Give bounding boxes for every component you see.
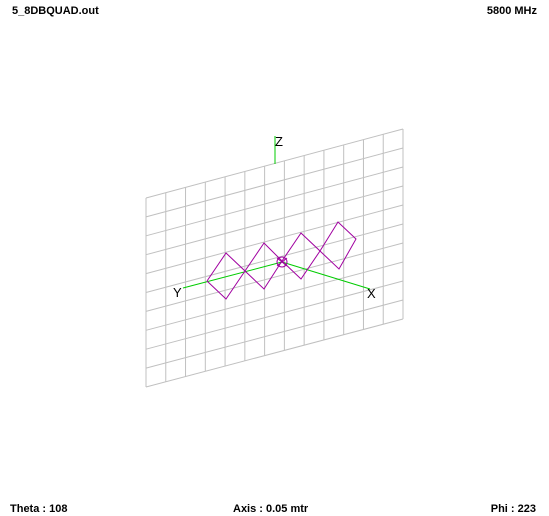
y-axis-label: Y (173, 285, 182, 300)
ground-grid (145, 128, 404, 388)
theta-readout: Theta : 108 (10, 503, 68, 515)
coordinate-axes: Z Y X (173, 134, 376, 301)
antenna-view-window[interactable]: 5_8DBQUAD.out 5800 MHz Z Y X Theta : 108… (0, 0, 549, 516)
quad-element-2 (244, 242, 283, 290)
phi-readout: Phi : 223 (490, 503, 536, 515)
axis-scale-readout: Axis : 0.05 mtr (233, 503, 309, 515)
x-axis-label: X (367, 286, 376, 301)
quad-antenna-wire (206, 221, 357, 300)
grid-line-horizontal (145, 204, 404, 275)
grid-line-horizontal (145, 299, 404, 369)
grid-line-horizontal (145, 185, 404, 256)
grid-line-horizontal (145, 280, 404, 350)
z-axis-label: Z (275, 134, 283, 149)
grid-line-horizontal (145, 318, 404, 388)
grid-line-horizontal (145, 223, 404, 293)
quad-element-1 (206, 252, 246, 300)
antenna-3d-view[interactable]: Z Y X (0, 0, 549, 516)
grid-line-horizontal (145, 166, 404, 237)
x-axis-line (281, 261, 371, 290)
quad-element-4 (319, 221, 357, 270)
